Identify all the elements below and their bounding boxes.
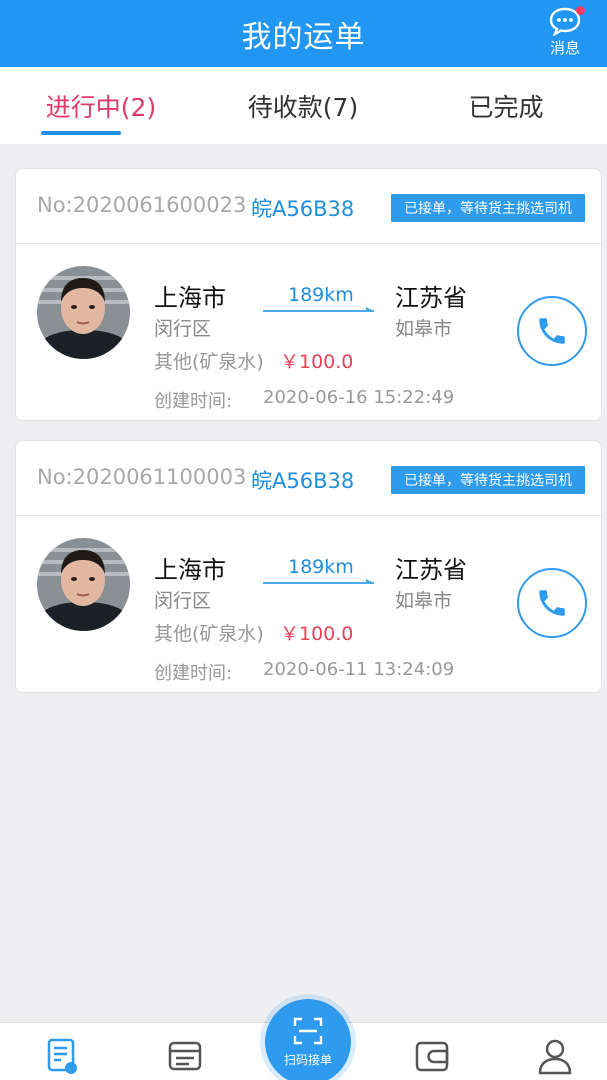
order-number: No:2020061600023 <box>37 193 247 217</box>
status-badge: 已接单，等待货主挑选司机 <box>391 194 585 222</box>
cargo-type: 其他(矿泉水) <box>154 351 264 373</box>
created-time-value: 2020-06-16 15:22:49 <box>263 387 455 408</box>
message-button[interactable]: 消息 <box>545 6 585 60</box>
route-arrow-icon <box>263 307 374 312</box>
destination-city: 如皋市 <box>395 590 453 612</box>
phone-icon <box>539 318 565 344</box>
unread-dot <box>576 6 585 15</box>
route-distance: 189km <box>288 556 354 578</box>
scan-accept-button[interactable]: 扫码接单 <box>265 999 351 1080</box>
origin-district: 闵行区 <box>154 590 212 612</box>
destination-city: 如皋市 <box>395 318 453 340</box>
phone-icon <box>539 590 565 616</box>
scan-label: 扫码接单 <box>283 1052 332 1067</box>
status-badge: 已接单，等待货主挑选司机 <box>391 466 585 494</box>
scan-icon <box>293 1017 323 1044</box>
wallet-icon <box>415 1041 449 1072</box>
route-distance: 189km <box>288 284 354 306</box>
order-card-header: No:2020061600023 皖A56B38 已接单，等待货主挑选司机 <box>16 169 601 244</box>
created-time-label: 创建时间: <box>154 391 233 412</box>
list-icon <box>168 1041 202 1071</box>
plate-number: 皖A56B38 <box>251 469 355 493</box>
page-title: 我的运单 <box>241 19 366 55</box>
nav-orders[interactable] <box>165 1035 205 1077</box>
active-tab-indicator <box>41 131 121 135</box>
app-header: 我的运单 消息 <box>0 0 607 67</box>
nav-profile[interactable] <box>535 1035 575 1077</box>
user-icon <box>538 1039 572 1075</box>
tab-completed[interactable]: 已完成 <box>405 67 607 144</box>
tab-pending-payment[interactable]: 待收款(7) <box>202 67 404 144</box>
waybill-icon <box>47 1038 77 1074</box>
plate-number: 皖A56B38 <box>251 197 355 221</box>
order-card-header: No:2020061100003 皖A56B38 已接单，等待货主挑选司机 <box>16 441 601 516</box>
route-arrow-icon <box>263 579 374 584</box>
message-label: 消息 <box>549 39 580 57</box>
origin-district: 闵行区 <box>154 318 212 340</box>
nav-waybill[interactable] <box>42 1035 82 1077</box>
nav-wallet[interactable] <box>412 1035 452 1077</box>
call-button[interactable] <box>517 568 587 638</box>
avatar <box>37 538 130 631</box>
cargo-type: 其他(矿泉水) <box>154 623 264 645</box>
origin-city: 上海市 <box>154 556 226 584</box>
status-tabs: 进行中(2) 待收款(7) 已完成 <box>0 67 607 144</box>
origin-city: 上海市 <box>154 284 226 312</box>
call-button[interactable] <box>517 296 587 366</box>
created-time-label: 创建时间: <box>154 663 233 684</box>
avatar <box>37 266 130 359</box>
created-time-value: 2020-06-11 13:24:09 <box>263 659 455 680</box>
order-price: ￥100.0 <box>280 623 354 645</box>
destination-province: 江苏省 <box>395 556 467 584</box>
order-card[interactable]: No:2020061600023 皖A56B38 已接单，等待货主挑选司机 上海… <box>15 168 602 421</box>
order-number: No:2020061100003 <box>37 465 247 489</box>
order-card[interactable]: No:2020061100003 皖A56B38 已接单，等待货主挑选司机 上海… <box>15 440 602 693</box>
order-price: ￥100.0 <box>280 351 354 373</box>
destination-province: 江苏省 <box>395 284 467 312</box>
